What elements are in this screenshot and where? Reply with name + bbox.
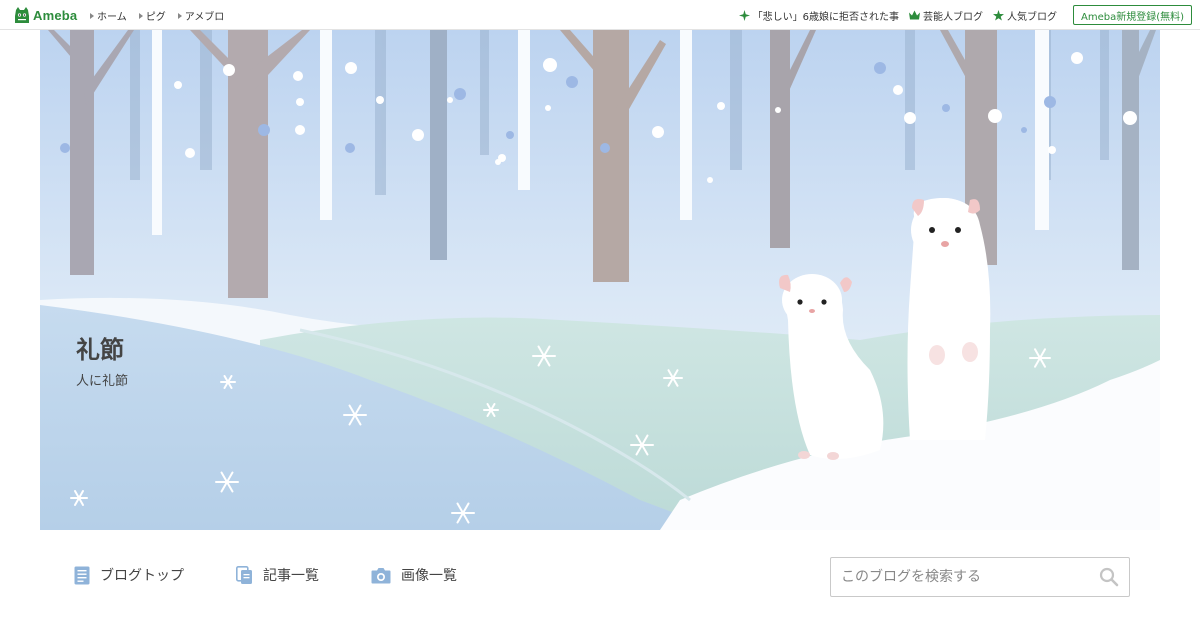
trending-topic-link[interactable]: 「悲しい」6歳娘に拒否された事 <box>738 8 899 23</box>
menu-item-image-list[interactable]: 画像一覧 <box>371 565 457 585</box>
blog-title[interactable]: 礼節 <box>76 330 124 365</box>
menu-item-label: 記事一覧 <box>263 568 319 584</box>
blog-menu: ブログトップ 記事一覧 画像一覧 <box>74 565 509 585</box>
celebrity-blog-label: 芸能人ブログ <box>922 11 983 23</box>
menu-item-label: 画像一覧 <box>401 568 457 584</box>
menu-item-blog-top[interactable]: ブログトップ <box>74 565 184 585</box>
menu-item-entry-list[interactable]: 記事一覧 <box>236 565 319 585</box>
pages-icon <box>236 565 252 584</box>
menu-item-label: ブログトップ <box>100 568 184 584</box>
nav-item-label: ホーム <box>97 12 127 23</box>
nav-item-label: ピグ <box>145 12 166 23</box>
ameba-mascot-icon <box>15 7 29 23</box>
blog-description: 人に礼節 <box>76 374 129 389</box>
search-icon <box>1099 567 1119 587</box>
ermine-right <box>907 198 991 440</box>
search-button[interactable] <box>1099 567 1121 589</box>
crown-icon <box>908 10 920 20</box>
celebrity-blog-link[interactable]: 芸能人ブログ <box>908 8 983 23</box>
popular-blog-link[interactable]: 人気ブログ <box>992 8 1057 23</box>
register-button[interactable]: Ameba新規登録(無料) <box>1072 5 1192 25</box>
triangle-right-icon <box>90 12 94 19</box>
ameba-logo[interactable]: Ameba <box>14 6 77 24</box>
nav-item-label: アメブロ <box>184 12 225 23</box>
popular-blog-label: 人気ブログ <box>1006 11 1057 23</box>
sparkle-icon <box>738 9 750 21</box>
triangle-right-icon <box>138 12 143 19</box>
header-links: 「悲しい」6歳娘に拒否された事 芸能人ブログ 人気ブログ Ameba新規登録(無… <box>738 5 1200 25</box>
winter-forest-illustration <box>40 30 1160 530</box>
global-nav: ホーム ピグ アメブロ <box>90 8 236 23</box>
camera-icon <box>371 567 391 583</box>
star-icon <box>992 9 1004 21</box>
logo-text: Ameba <box>33 7 78 23</box>
trending-topic-label: 「悲しい」6歳娘に拒否された事 <box>752 11 899 23</box>
search-input[interactable] <box>841 558 1091 596</box>
triangle-right-icon <box>177 12 182 19</box>
blog-search-box <box>830 557 1130 597</box>
nav-item-pigg[interactable]: ピグ <box>138 8 166 23</box>
nav-item-home[interactable]: ホーム <box>90 8 127 23</box>
document-icon <box>74 566 90 584</box>
nav-item-ameblo[interactable]: アメブロ <box>177 8 225 23</box>
blog-header-image: 礼節 人に礼節 <box>40 30 1160 530</box>
top-bar: Ameba ホーム ピグ アメブロ 「悲しい」6歳娘に拒否された事 芸能人ブログ <box>0 0 1200 30</box>
